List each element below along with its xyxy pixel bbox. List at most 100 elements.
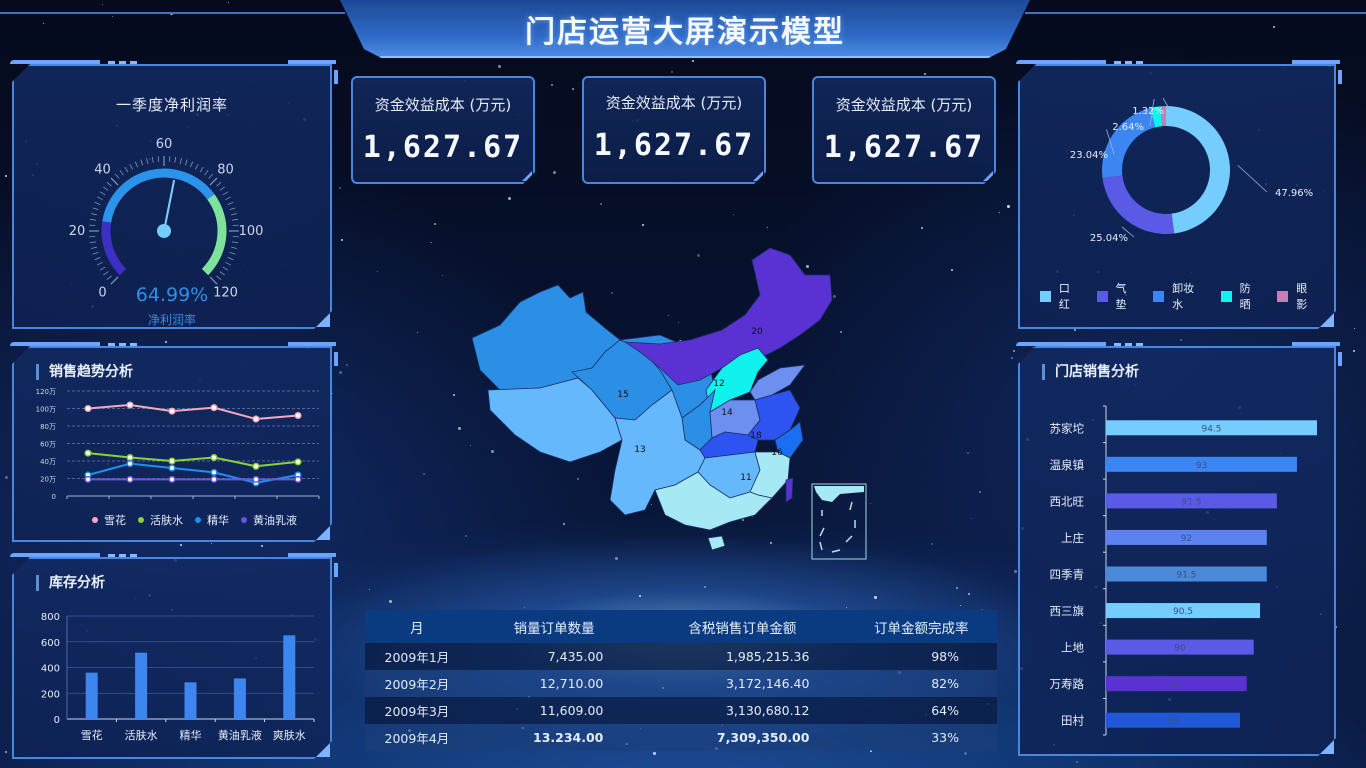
star [652,752,656,756]
gauge-tick [95,257,101,259]
inventory-chart: 0 200 400 600 800 雪花 活肤水 精华 黄油乳液 爽肤水 [14,559,334,761]
star [1353,350,1356,353]
star [955,587,958,590]
star [5,751,8,754]
star [671,71,674,74]
data-point [211,477,217,483]
cell-order-count: 11,609.00 [468,697,640,724]
star [1007,204,1011,208]
gauge-band-1 [107,173,211,222]
column-header[interactable]: 月 [365,610,469,643]
gauge-band-2 [205,197,222,272]
legend-label: 眼影 [1296,282,1308,311]
star [111,16,113,18]
bar-value-label: 91.5 [1176,571,1196,581]
star [388,600,392,603]
gauge-tick [200,167,203,172]
gauge-tick [115,174,119,179]
y-tick-label: 上庄 [1061,531,1084,545]
legend-item[interactable]: 眼影 [1277,280,1318,312]
gauge-tick [210,178,217,185]
category-legend: 口红 气垫 卸妆水 防晒 眼影 [1040,280,1334,312]
star [42,23,44,25]
column-header[interactable]: 订单金额完成率 [845,610,997,643]
star [960,604,961,606]
legend-item[interactable]: 黄油乳液 [241,512,297,528]
data-point [85,477,91,483]
table-row[interactable]: 2009年2月 12,710.00 3,172,146.40 82% [365,670,997,697]
bar-value-label: 92 [1181,534,1192,544]
legend-item[interactable]: 活肤水 [138,512,183,528]
y-tick-label: 800 [41,612,60,623]
column-header[interactable]: 含税销售订单金额 [639,610,846,643]
y-tick-label: 200 [41,689,60,700]
star [1354,328,1356,330]
legend-label: 气垫 [1115,282,1127,311]
donut-label: 47.96% [1275,188,1313,199]
gauge-tick [216,276,221,280]
sales-trend-panel: 销售趋势分析 0 20万 40万 60万 80万 100万 120万 雪花 活肤水 精华 黄油乳液 [12,346,332,542]
kpi-card-2: 资金效益成本 (万元) 1,627.67 [582,76,766,184]
donut-label: 25.04% [1090,233,1128,244]
cell-rate: 82% [845,670,997,697]
table-row[interactable]: 2009年3月 11,609.00 3,130,680.12 64% [365,697,997,724]
data-point [295,477,301,483]
star [1010,357,1013,360]
gauge-caption: 净利润率 [147,313,196,327]
store-sales-panel: 门店销售分析 94.5 苏家坨 93 温泉镇 91.5 西北旺 92 上庄 91.5 四季青 90.… [1018,346,1336,756]
star [967,592,970,595]
legend-label: 雪花 [104,514,126,527]
legend-label: 活肤水 [150,514,183,527]
star [180,544,183,547]
gauge-tick [220,187,225,191]
legend-label: 口红 [1058,282,1070,311]
cell-amount: 1,985,215.36 [639,643,846,670]
star [1073,329,1076,332]
top-decor-line-right [1025,12,1366,14]
legend-item[interactable]: 口红 [1040,280,1081,312]
donut-slice-卸妆水 [1102,108,1155,178]
map-region-taiwan[interactable] [785,477,794,503]
cell-month: 2009年2月 [365,670,469,697]
table-row[interactable]: 2009年1月 7,435.00 1,985,215.36 98% [365,643,997,670]
cell-month: 2009年3月 [365,697,469,724]
corner-decor [753,171,763,181]
legend-item[interactable]: 防晒 [1221,280,1262,312]
gauge-tick [209,174,213,179]
gauge-panel: 一季度净利润率 0 20 40 60 80 100 120 64.99% 净利润率 [12,64,332,329]
data-point [295,459,301,465]
gauge-tick [190,162,192,168]
donut-slice-口红 [1166,106,1230,233]
star [4,174,7,177]
legend-item[interactable]: 气垫 [1097,280,1138,312]
gauge-tick [231,213,237,214]
kpi-value: 1,627.67 [593,128,755,163]
data-point [169,408,175,414]
cell-order-count: 13.234.00 [468,724,640,751]
column-header[interactable]: 销量订单数量 [468,610,640,643]
bar-爽肤水 [283,635,295,719]
kpi-card-1: 资金效益成本 (万元) 1,627.67 [351,76,535,184]
star [1012,350,1015,353]
bar-value-label: 94.5 [1201,424,1221,434]
bar-活肤水 [135,653,147,719]
table-row[interactable]: 2009年4月 13.234.00 7,309,350.00 33% [365,724,997,751]
map-region-hainan[interactable] [707,535,726,551]
gauge-tick-label: 80 [217,162,234,177]
legend-item[interactable]: 雪花 [92,512,126,528]
map-label: 12 [713,379,724,389]
table-header-row: 月 销量订单数量 含税销售订单金额 订单金额完成率 [365,610,997,643]
gauge-tick [231,247,237,248]
star [164,341,167,344]
donut-label-line [1238,165,1267,192]
star [638,595,641,598]
gauge-tick [120,170,124,175]
title-banner: 门店运营大屏演示模型 [340,0,1030,58]
legend-swatch-icon [1221,291,1232,302]
x-tick-label: 精华 [180,728,202,742]
gauge-tick [91,213,97,214]
gauge-tick [125,167,128,172]
legend-item[interactable]: 卸妆水 [1153,280,1205,312]
gauge-tick [216,182,221,186]
legend-item[interactable]: 精华 [195,512,229,528]
